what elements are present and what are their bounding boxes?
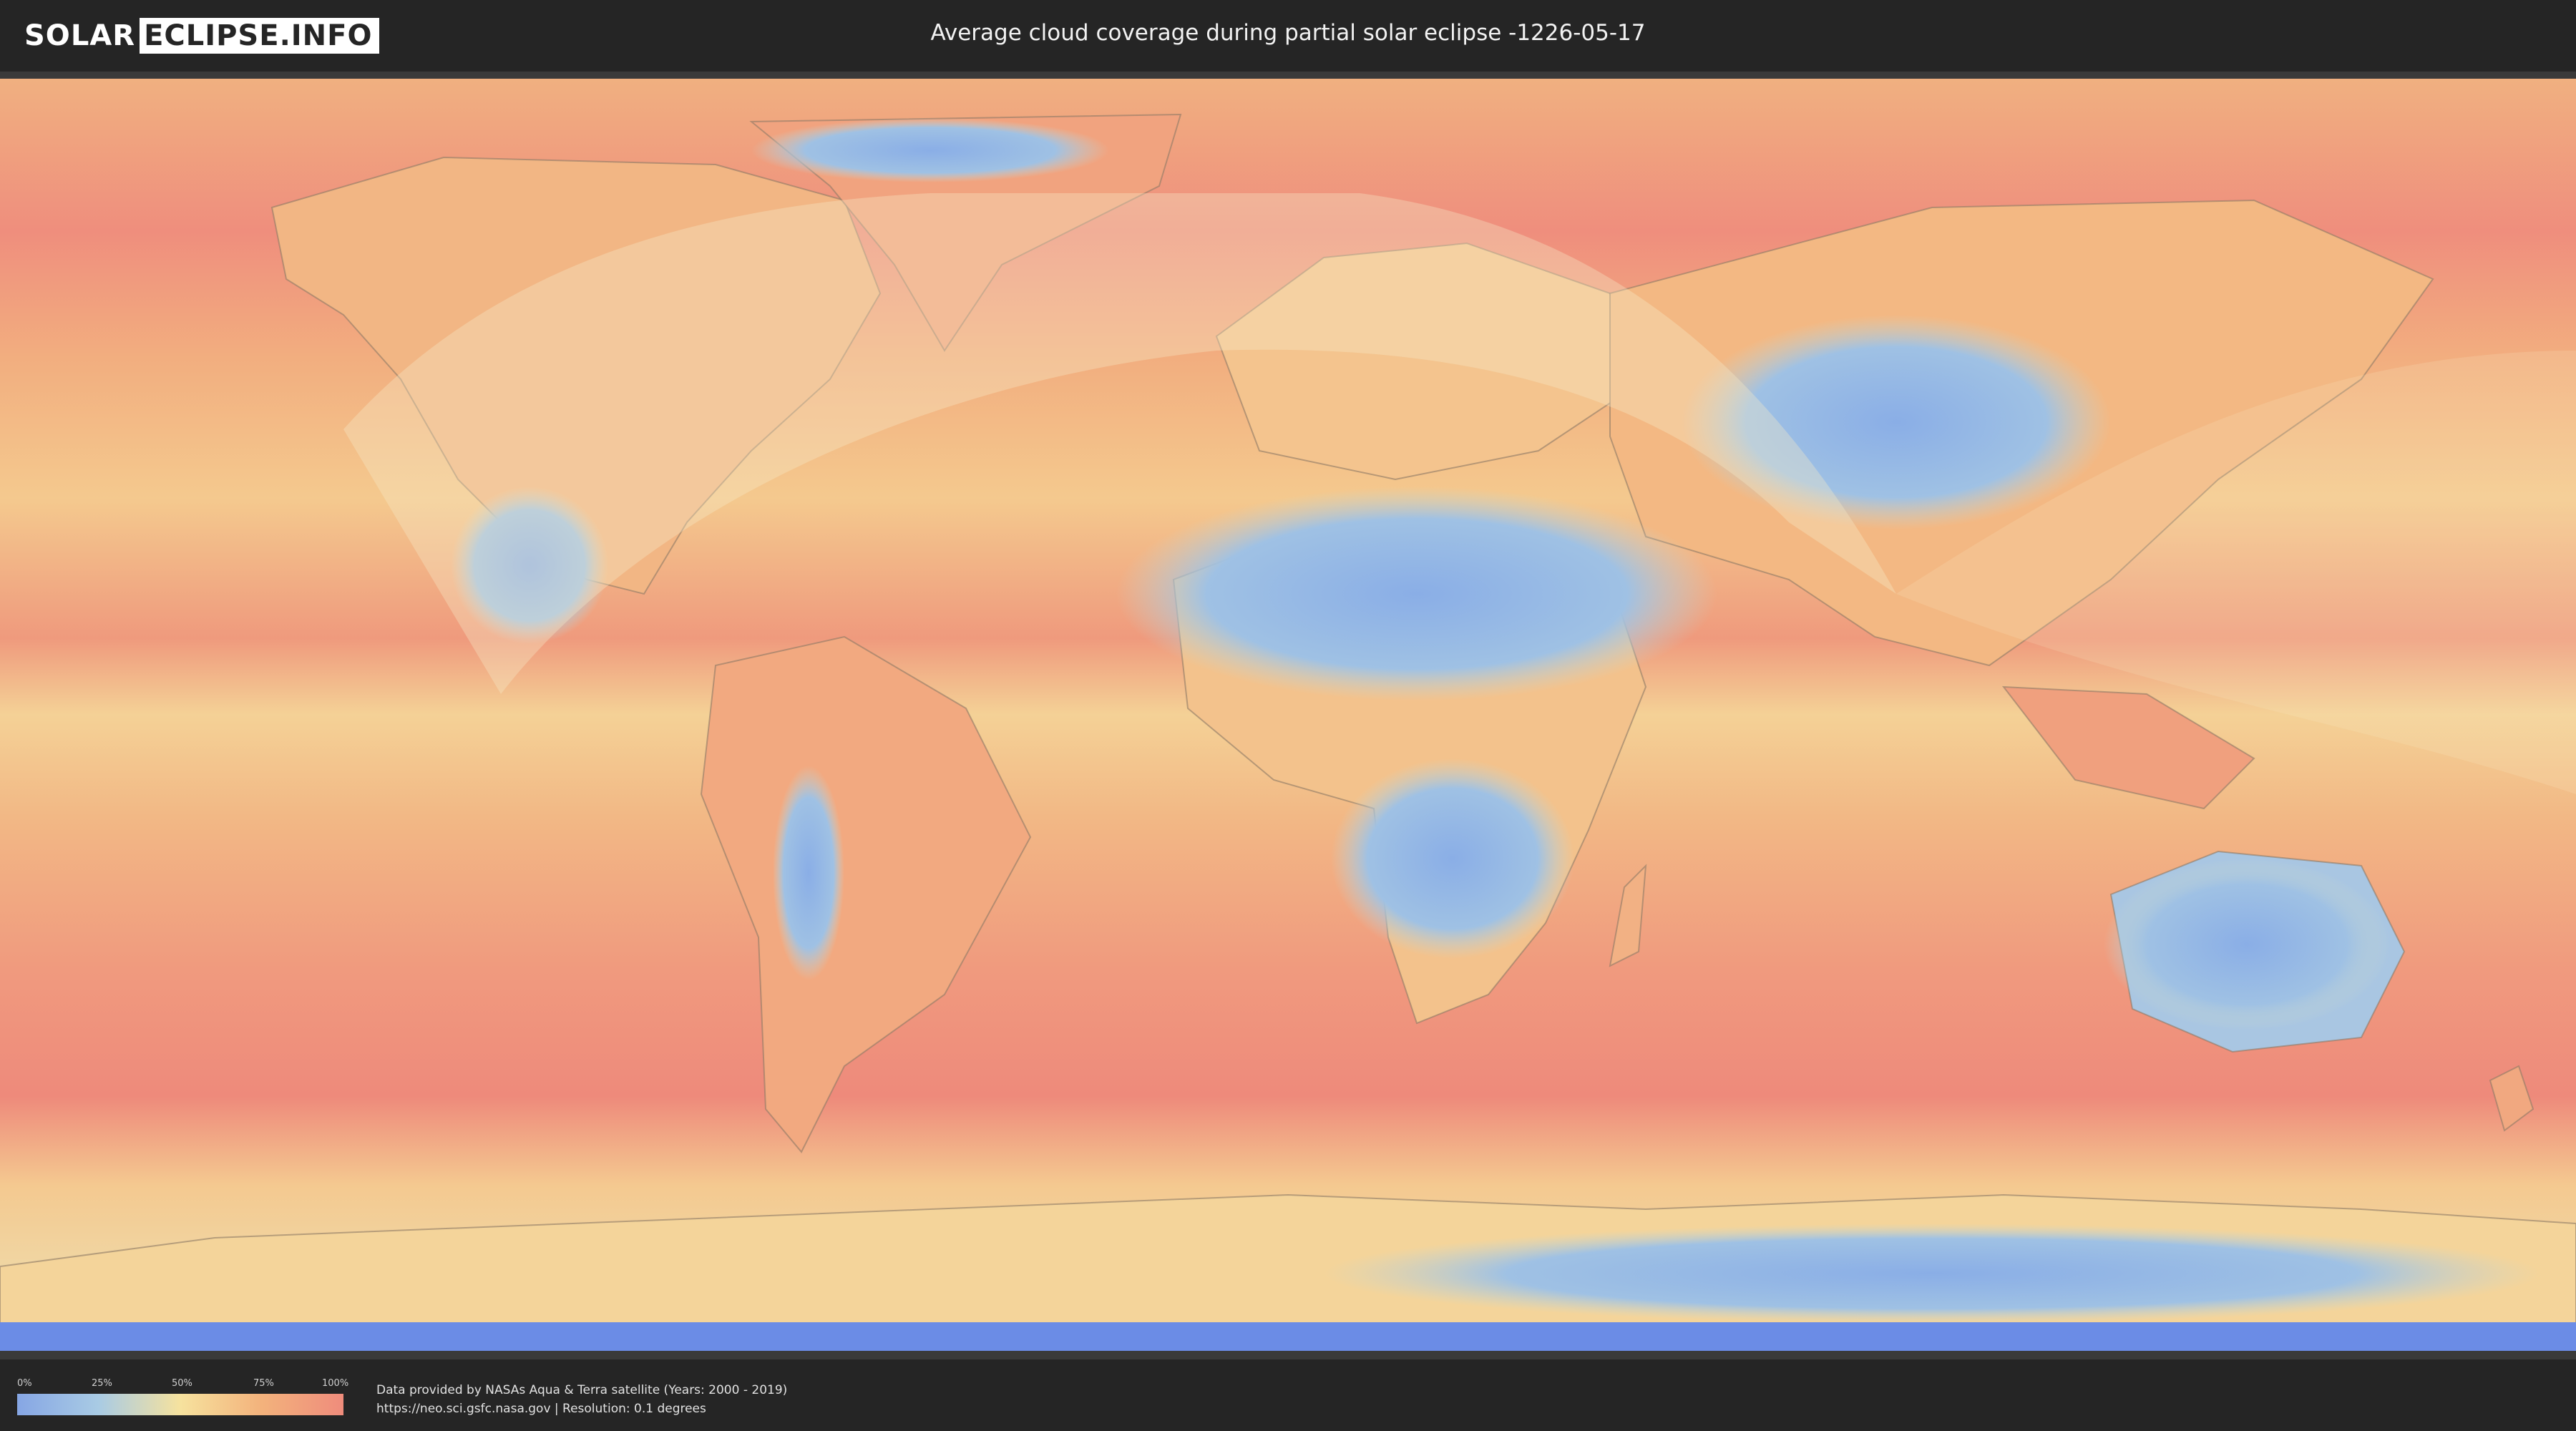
cloud-coverage-legend: 0% 25% 50% 75% 100% (17, 1374, 348, 1431)
legend-color-bar (17, 1394, 343, 1415)
legend-tick-50: 50% (172, 1378, 192, 1389)
logo-eclipse-text: ECLIPSE.INFO (140, 18, 380, 54)
logo-solar-text: SOLAR (24, 19, 136, 52)
site-logo[interactable]: SOLAR ECLIPSE.INFO (24, 17, 380, 54)
antarctic-plateau-dry-zone (1324, 1224, 2540, 1324)
legend-tick-0: 0% (17, 1378, 32, 1389)
data-credit: Data provided by NASAs Aqua & Terra sate… (376, 1381, 787, 1418)
footer-bar: 0% 25% 50% 75% 100% Data provided by NAS… (0, 1359, 2576, 1431)
page-title: Average cloud coverage during partial so… (930, 20, 1646, 46)
antarctic-bottom-band (0, 1322, 2576, 1351)
southern-africa-dry-zone (1331, 758, 1574, 959)
credit-line-2[interactable]: https://neo.sci.gsfc.nasa.gov | Resoluti… (376, 1400, 787, 1418)
australia-dry-zone (2104, 859, 2390, 1030)
legend-tick-75: 75% (253, 1378, 274, 1389)
andes-dry-zone (773, 766, 844, 980)
legend-tick-25: 25% (92, 1378, 112, 1389)
sahara-arabia-dry-zone (1116, 487, 1717, 701)
credit-line-1: Data provided by NASAs Aqua & Terra sate… (376, 1383, 788, 1397)
cloud-coverage-map (0, 79, 2576, 1351)
greenland-icecap-dry-zone (751, 118, 1109, 182)
header-bar: SOLAR ECLIPSE.INFO Average cloud coverag… (0, 0, 2576, 72)
legend-tick-100: 100% (322, 1378, 349, 1389)
